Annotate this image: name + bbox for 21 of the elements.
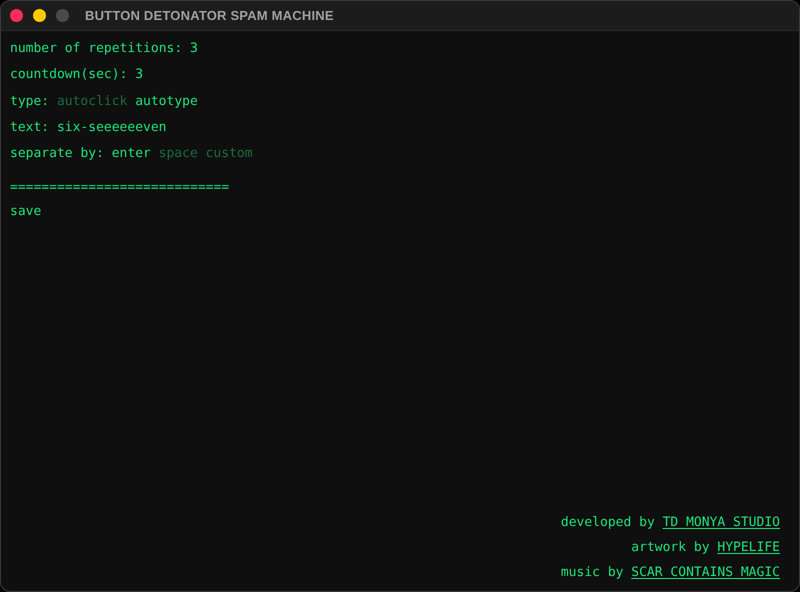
setting-label: text: — [10, 120, 50, 137]
setting-value[interactable]: six-seeeeeeven — [56, 120, 167, 146]
close-button[interactable] — [10, 9, 23, 22]
option-link[interactable]: autotype — [135, 94, 198, 120]
setting-label: number of repetitions: — [10, 41, 182, 58]
window-title: BUTTON DETONATOR SPAM MACHINE — [85, 8, 334, 23]
setting-label: separate by: — [10, 146, 104, 164]
save-link[interactable]: save — [10, 204, 42, 231]
credit-text: music by — [560, 565, 624, 581]
option-link[interactable]: enter — [112, 146, 151, 172]
setting-value[interactable]: 3 — [135, 67, 144, 94]
credit-text: artwork by — [631, 540, 710, 556]
credit-link[interactable]: SCAR CONTAINS MAGIC — [631, 565, 780, 581]
divider-text: ============================ — [10, 180, 230, 198]
setting-label: type: — [10, 94, 50, 111]
setting-value[interactable]: 3 — [190, 41, 198, 68]
minimize-button[interactable] — [33, 9, 46, 22]
credit-text: developed by — [560, 515, 655, 531]
setting-label: countdown(sec): — [10, 67, 128, 84]
credit-link[interactable]: TD MONYA STUDIO — [662, 515, 780, 531]
credit-link[interactable]: HYPELIFE — [717, 540, 780, 556]
